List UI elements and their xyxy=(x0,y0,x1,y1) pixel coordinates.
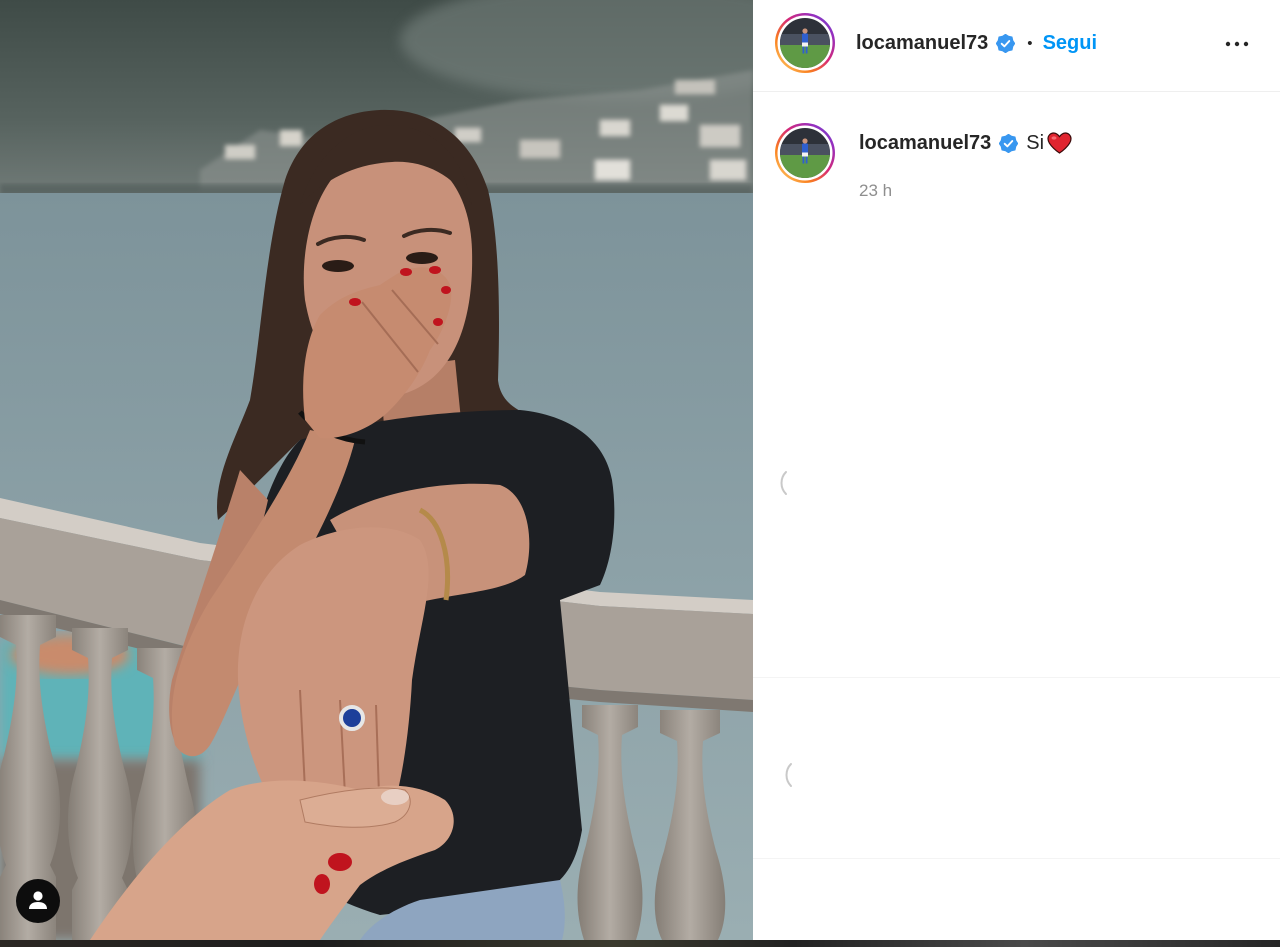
caption-author-username[interactable]: locamanuel73 xyxy=(859,132,991,155)
avatar-story-ring-icon xyxy=(775,13,835,73)
red-nail xyxy=(441,286,451,294)
loading-spinner-fragment-icon xyxy=(780,471,787,495)
caption-timestamp[interactable]: 23 h xyxy=(859,181,892,201)
faint-divider xyxy=(753,677,1280,678)
avatar-story-ring-icon xyxy=(775,123,835,183)
header-separator: • xyxy=(1027,34,1033,52)
eye xyxy=(322,260,354,272)
sapphire-ring xyxy=(339,705,365,731)
post-modal: locamanuel73 • Segui locamanuel73 Si 23 … xyxy=(0,0,1280,940)
user-tag-icon-graphic xyxy=(16,879,60,923)
post-author-username[interactable]: locamanuel73 xyxy=(856,32,988,55)
red-nail xyxy=(328,853,352,871)
post-side-panel: locamanuel73 • Segui locamanuel73 Si 23 … xyxy=(753,0,1280,940)
eye xyxy=(406,252,438,264)
red-heart-icon xyxy=(1047,132,1072,154)
red-nail xyxy=(349,298,361,306)
more-options-icon[interactable] xyxy=(1225,37,1249,51)
background-page-strip xyxy=(0,940,1280,947)
follow-button[interactable]: Segui xyxy=(1043,32,1097,55)
caption-text: Si xyxy=(1026,131,1045,154)
loading-spinner-fragment-icon xyxy=(785,763,792,787)
post-header-row: locamanuel73 • Segui xyxy=(774,12,1097,74)
faint-divider xyxy=(753,858,1280,859)
red-nail xyxy=(314,874,330,894)
red-nail xyxy=(433,318,443,326)
caption-author-avatar[interactable] xyxy=(774,122,836,184)
verified-badge-icon xyxy=(996,33,1016,53)
profile-avatar[interactable] xyxy=(774,12,836,74)
red-nail xyxy=(400,268,412,276)
caption-line: locamanuel73 Si xyxy=(859,131,1072,155)
verified-badge-icon xyxy=(999,133,1019,153)
post-header: locamanuel73 • Segui xyxy=(753,0,1280,92)
user-tag-icon[interactable] xyxy=(16,879,60,923)
post-photo[interactable] xyxy=(0,0,753,940)
post-photo-image xyxy=(0,0,753,940)
red-nail xyxy=(429,266,441,274)
thumbnail xyxy=(381,789,409,805)
